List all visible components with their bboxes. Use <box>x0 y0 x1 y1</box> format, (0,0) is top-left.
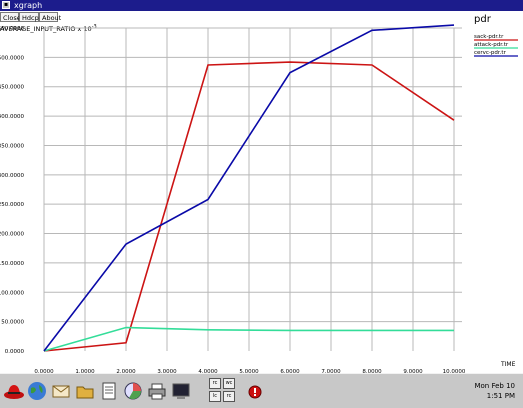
globe-icon[interactable] <box>27 381 47 401</box>
terminal-icon[interactable] <box>171 381 191 401</box>
chart-plot: 0.0000 1.0000 2.0000 3.0000 4.0000 5.0000 6.00… <box>0 24 518 373</box>
y-tick-label: 450.0000 <box>0 85 24 91</box>
clock-time: 1:51 PM <box>486 392 515 400</box>
y-tick-label: 50.0000 <box>1 320 24 326</box>
y-tick-label: 500.0000 <box>0 55 24 61</box>
y-tick-label: 350.0000 <box>0 143 24 149</box>
y-tick-label: 100.0000 <box>0 290 24 296</box>
y-tick-label: 300.0000 <box>0 173 24 179</box>
y-tick-label: 200.0000 <box>0 232 24 238</box>
pager-desktop-3[interactable]: lc <box>209 391 221 402</box>
pager-desktop-2[interactable]: wc <box>223 378 235 389</box>
graph-icon[interactable] <box>123 381 143 401</box>
y-tick-label: 0.0000 <box>5 349 25 355</box>
pager-desktop-4[interactable]: rc <box>223 391 235 402</box>
file-manager-icon[interactable] <box>75 381 95 401</box>
alert-icon[interactable] <box>245 381 265 401</box>
clock-date: Mon Feb 10 <box>474 382 515 390</box>
y-tick-label: 400.0000 <box>0 114 24 120</box>
printer-icon[interactable] <box>147 381 167 401</box>
y-tick-label: 250.0000 <box>0 202 24 208</box>
pager-desktop-1[interactable]: rc <box>209 378 221 389</box>
redhat-icon[interactable] <box>3 381 24 401</box>
y-tick-label: 150.0000 <box>0 261 24 267</box>
legend-label: attack-pdr.tr <box>474 42 509 48</box>
legend-label: sack-pdr.tr <box>474 34 504 40</box>
y-tick-label: 550.0000 <box>0 26 24 32</box>
clock[interactable]: Mon Feb 10 1:51 PM <box>474 381 515 401</box>
notes-icon[interactable] <box>99 381 119 401</box>
mail-icon[interactable] <box>51 381 71 401</box>
legend-label: cervc-pdr.tr <box>474 50 507 56</box>
taskbar: rc wc lc rc Mon Feb 10 1:51 PM <box>0 373 523 408</box>
